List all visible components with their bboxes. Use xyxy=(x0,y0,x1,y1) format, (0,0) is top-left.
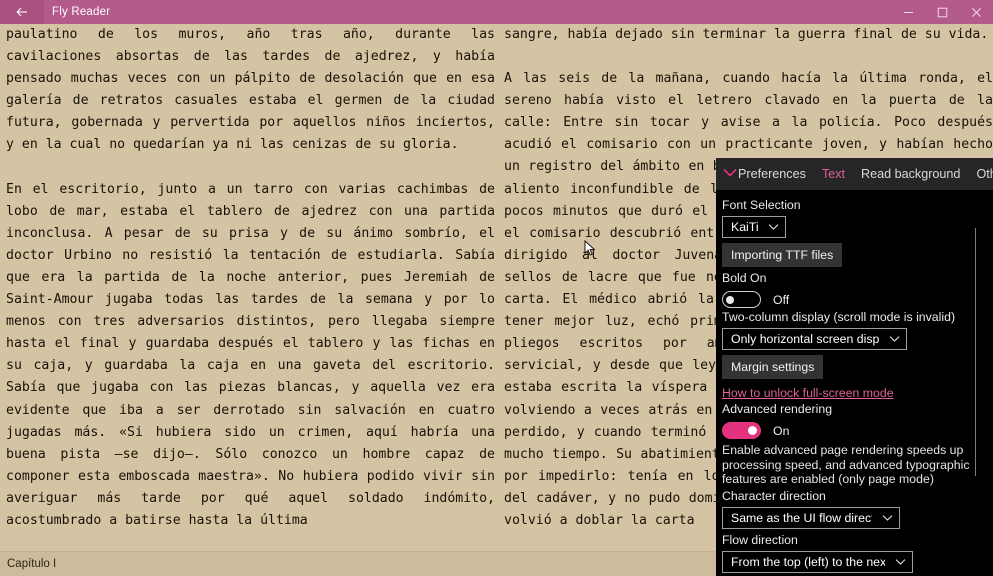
chevron-down-icon xyxy=(889,335,900,343)
chevron-down-icon xyxy=(895,558,906,566)
tab-other[interactable]: Other xyxy=(976,167,993,181)
minimize-icon xyxy=(903,7,914,18)
font-selection-label: Font Selection xyxy=(722,198,801,212)
chevron-down-icon xyxy=(882,514,893,522)
two-column-value: Only horizontal screen display xyxy=(731,332,879,346)
bold-label: Bold On xyxy=(722,271,767,285)
close-button[interactable] xyxy=(959,0,993,24)
settings-tab-bar: Preferences Text Read background Other xyxy=(716,158,993,190)
close-icon xyxy=(971,7,982,18)
advanced-rendering-toggle[interactable] xyxy=(722,422,761,439)
toggle-knob xyxy=(726,295,734,304)
bold-toggle-row: Off xyxy=(722,291,993,308)
window-controls xyxy=(891,0,993,24)
mouse-pointer-icon xyxy=(584,239,596,263)
import-ttf-button[interactable]: Importing TTF files xyxy=(722,243,843,267)
character-direction-label: Character direction xyxy=(722,488,826,503)
chapter-label: Capítulo I xyxy=(7,558,57,570)
advanced-rendering-state-label: On xyxy=(773,423,790,438)
fullscreen-help-link[interactable]: How to unlock full-screen mode xyxy=(722,386,993,400)
character-direction-dropdown[interactable]: Same as the UI flow direction xyxy=(722,506,900,529)
two-column-label: Two-column display (scroll mode is inval… xyxy=(722,310,956,324)
chevron-down-icon xyxy=(768,223,779,231)
chevron-down-icon xyxy=(722,167,738,181)
character-direction-value: Same as the UI flow direction xyxy=(731,510,872,525)
tab-read-background[interactable]: Read background xyxy=(861,167,960,181)
paragraph: paulatino de los muros, año tras año, du… xyxy=(6,27,495,153)
tab-text[interactable]: Text xyxy=(822,167,845,181)
app-window: Fly Reader paulatino de los muros, año t xyxy=(0,0,993,576)
font-selection-value: KaiTi xyxy=(731,220,758,234)
app-title: Fly Reader xyxy=(52,6,111,18)
two-column-dropdown[interactable]: Only horizontal screen display xyxy=(722,328,907,350)
advanced-rendering-label: Advanced rendering xyxy=(722,402,833,416)
flow-direction-dropdown[interactable]: From the top (left) to the next (right) xyxy=(722,550,913,573)
flow-direction-label: Flow direction xyxy=(722,532,798,547)
paragraph: En el escritorio, junto a un tarro con v… xyxy=(6,181,495,528)
margin-settings-button[interactable]: Margin settings xyxy=(722,355,824,379)
advanced-rendering-toggle-row: On xyxy=(722,422,993,439)
settings-panel[interactable]: Preferences Text Read background Other F… xyxy=(716,158,993,576)
bold-state-label: Off xyxy=(773,292,790,307)
bold-toggle[interactable] xyxy=(722,291,761,308)
back-button[interactable] xyxy=(0,0,44,24)
panel-scrollbar[interactable] xyxy=(974,228,976,476)
tab-preferences[interactable]: Preferences xyxy=(738,167,806,181)
paragraph: sangre, había dejado sin terminar la gue… xyxy=(504,27,989,42)
minimize-button[interactable] xyxy=(891,0,925,24)
maximize-button[interactable] xyxy=(925,0,959,24)
settings-panel-body: Font Selection KaiTi Importing TTF files… xyxy=(716,190,993,576)
collapse-panel-button[interactable] xyxy=(722,158,738,190)
title-bar: Fly Reader xyxy=(0,0,993,24)
font-selection-dropdown[interactable]: KaiTi xyxy=(722,216,786,238)
toggle-knob xyxy=(748,426,757,435)
advanced-rendering-description: Enable advanced page rendering speeds up… xyxy=(722,443,970,487)
text-column-left: paulatino de los muros, año tras año, du… xyxy=(6,24,495,552)
flow-direction-value: From the top (left) to the next (right) xyxy=(731,554,885,569)
back-arrow-icon xyxy=(15,5,29,19)
maximize-icon xyxy=(937,7,948,18)
